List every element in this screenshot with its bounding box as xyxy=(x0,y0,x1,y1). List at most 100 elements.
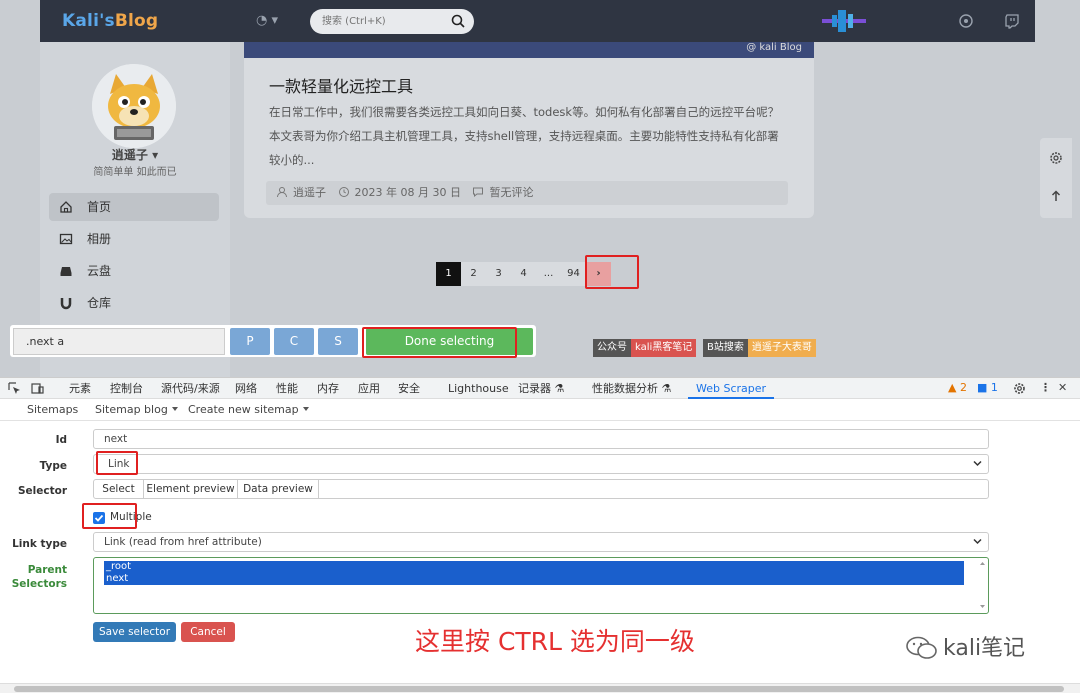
user-icon xyxy=(277,187,287,198)
select-child-button[interactable]: C xyxy=(274,328,314,355)
page-1[interactable]: 1 xyxy=(436,262,461,286)
sidebar-item-home[interactable]: 首页 xyxy=(49,193,219,221)
warnings-count[interactable]: ▲ 2 xyxy=(948,381,967,394)
back-to-top-icon[interactable] xyxy=(1048,188,1064,204)
tab-performance[interactable]: 性能 xyxy=(276,378,298,399)
site-topbar: Kali'sBlog ◔ ▾ xyxy=(40,0,1035,42)
link-type-label: Link type xyxy=(12,538,67,550)
chevron-down-icon xyxy=(973,538,982,545)
data-preview-button[interactable]: Data preview xyxy=(238,480,319,498)
page-4[interactable]: 4 xyxy=(511,262,536,286)
select-parent-button[interactable]: P xyxy=(230,328,270,355)
inspect-icon[interactable] xyxy=(7,381,22,396)
element-preview-button[interactable]: Element preview xyxy=(144,480,238,498)
highlight-box-multiple xyxy=(82,503,137,529)
chevron-down-icon xyxy=(973,460,982,467)
meta-comments[interactable]: 暂无评论 xyxy=(489,186,533,199)
logo-text-1: Kali's xyxy=(62,11,115,31)
twitch-icon[interactable] xyxy=(1004,13,1020,29)
site-logo[interactable]: Kali'sBlog xyxy=(62,11,158,31)
link-type-select[interactable]: Link (read from href attribute) xyxy=(93,532,989,552)
article-title[interactable]: 一款轻量化远控工具 xyxy=(269,73,413,97)
clock-icon xyxy=(338,187,349,197)
sidebar-item-repo[interactable]: 仓库 xyxy=(49,289,219,317)
sidebar-item-label: 首页 xyxy=(87,200,112,214)
banner-text: @ kali Blog xyxy=(746,42,802,53)
selector-button-group: Select Element preview Data preview xyxy=(93,479,989,499)
devtools-tabbar: 元素 控制台 源代码/来源 网络 性能 内存 应用 安全 Lighthouse … xyxy=(0,377,1080,399)
page-ellipsis: ... xyxy=(536,262,561,286)
selector-preview-input[interactable]: .next a xyxy=(13,328,225,355)
tab-network[interactable]: 网络 xyxy=(235,378,257,399)
page-2[interactable]: 2 xyxy=(461,262,486,286)
article-card[interactable]: @ kali Blog 一款轻量化远控工具 在日常工作中，我们很需要各类远控工具… xyxy=(244,42,814,218)
site-search[interactable] xyxy=(310,9,474,34)
tab-performance-insights[interactable]: 性能数据分析 ⚗ xyxy=(592,378,671,399)
nav-sitemaps[interactable]: Sitemaps xyxy=(27,403,78,416)
select-sibling-button[interactable]: S xyxy=(318,328,358,355)
tab-application[interactable]: 应用 xyxy=(358,378,380,399)
tab-lighthouse[interactable]: Lighthouse xyxy=(448,378,509,399)
scrollbar-thumb[interactable] xyxy=(14,686,1064,692)
horizontal-scrollbar[interactable] xyxy=(0,683,1080,693)
tab-elements[interactable]: 元素 xyxy=(69,378,91,399)
type-label: Type xyxy=(39,460,67,472)
list-scrollbar[interactable] xyxy=(979,560,986,610)
sidebar-item-album[interactable]: 相册 xyxy=(49,225,219,253)
author-name-text: 逍遥子 xyxy=(111,148,148,162)
author-name[interactable]: 逍遥子 ▾ xyxy=(40,146,230,163)
tab-console[interactable]: 控制台 xyxy=(110,378,143,399)
theme-toggle-icon[interactable]: ◔ ▾ xyxy=(256,13,278,28)
id-field[interactable]: next xyxy=(93,429,989,449)
sidebar-nav: 首页 相册 云盘 仓库 xyxy=(49,193,219,321)
selector-label: Selector xyxy=(17,485,67,497)
page-94[interactable]: 94 xyxy=(561,262,586,286)
messages-count[interactable]: ■ 1 xyxy=(977,381,998,394)
watermark-text: kali笔记 xyxy=(943,636,1026,661)
badge-value: 逍遥子大表哥 xyxy=(747,339,816,357)
parent-selectors-label: Parent Selectors xyxy=(0,563,67,591)
parent-label-line2: Selectors xyxy=(11,578,67,590)
messages-count-text: 1 xyxy=(990,381,998,394)
tab-memory[interactable]: 内存 xyxy=(317,378,339,399)
tab-security[interactable]: 安全 xyxy=(398,378,420,399)
tab-sources[interactable]: 源代码/来源 xyxy=(161,378,220,399)
home-icon xyxy=(60,201,72,213)
gear-icon[interactable] xyxy=(1048,150,1064,166)
type-select[interactable]: Link xyxy=(93,454,989,474)
select-button[interactable]: Select xyxy=(94,480,144,498)
page-3[interactable]: 3 xyxy=(486,262,511,286)
sidebar-item-drive[interactable]: 云盘 xyxy=(49,257,219,285)
doge-avatar-icon xyxy=(92,64,176,148)
blog-page: Kali'sBlog ◔ ▾ 搜索 (Ctrl+K) 逍遥子 ▾ 简简单单 如此… xyxy=(0,0,1080,377)
more-options-icon[interactable]: ⋮ xyxy=(1040,381,1051,394)
settings-circle-icon[interactable] xyxy=(958,13,974,29)
parent-selectors-list[interactable]: _root next xyxy=(93,557,989,614)
avatar[interactable] xyxy=(92,64,176,148)
chevron-down-icon xyxy=(302,407,309,411)
article-meta: 逍遥子 2023 年 08 月 30 日 暂无评论 xyxy=(266,181,788,205)
search-icon[interactable] xyxy=(450,13,466,29)
wechat-icon xyxy=(906,636,937,659)
badge-wechat[interactable]: 公众号 kali黑客笔记 xyxy=(593,339,697,357)
nav-sitemap-blog-text: Sitemap blog xyxy=(95,403,168,416)
article-description: 在日常工作中，我们很需要各类远控工具如向日葵、todesk等。如何私有化部署自己… xyxy=(269,105,780,167)
image-icon xyxy=(59,233,73,245)
parent-option-next[interactable]: next xyxy=(104,573,964,585)
close-icon[interactable]: ✕ xyxy=(1058,381,1067,394)
device-toolbar-icon[interactable] xyxy=(30,381,45,396)
nav-create-sitemap[interactable]: Create new sitemap xyxy=(188,403,309,416)
save-selector-button[interactable]: Save selector xyxy=(93,622,176,642)
tab-recorder[interactable]: 记录器 ⚗ xyxy=(518,378,564,399)
parent-option-root[interactable]: _root xyxy=(104,561,964,573)
devtools-settings-icon[interactable] xyxy=(1012,381,1027,396)
nav-sitemap-blog[interactable]: Sitemap blog xyxy=(95,403,178,416)
badge-value: kali黑客笔记 xyxy=(631,339,697,357)
tab-web-scraper[interactable]: Web Scraper xyxy=(688,378,775,399)
cancel-button[interactable]: Cancel xyxy=(181,622,235,642)
badge-bilibili[interactable]: B站搜索 逍遥子大表哥 xyxy=(703,339,816,357)
search-input[interactable] xyxy=(310,9,440,34)
logo-text-2: Blog xyxy=(114,11,159,31)
meta-author[interactable]: 逍遥子 xyxy=(293,186,326,199)
author-motto: 简简单单 如此而已 xyxy=(93,167,177,178)
